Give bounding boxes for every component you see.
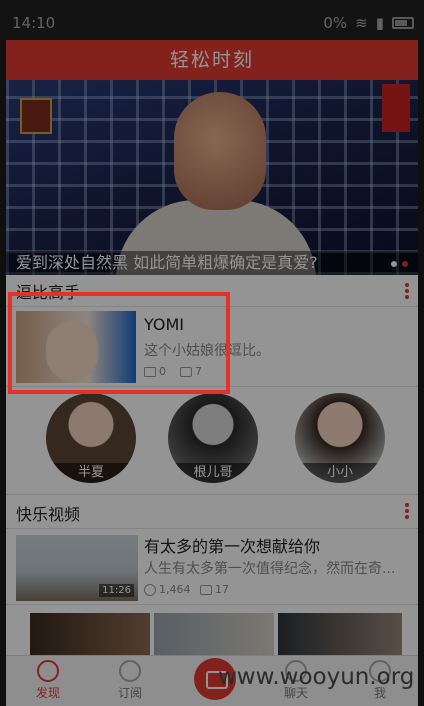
featured-description: 这个小姑娘很逗比。 bbox=[144, 343, 270, 359]
watermark: www.wooyun.org bbox=[218, 664, 415, 690]
video-tile[interactable] bbox=[30, 613, 150, 655]
featured-user-card[interactable]: YOMI 这个小姑娘很逗比。 0 7 bbox=[6, 307, 418, 387]
avatar-label: 半夏 bbox=[46, 463, 136, 483]
video-duration: 11:26 bbox=[99, 584, 134, 597]
section-title: 快乐视频 bbox=[16, 505, 81, 524]
tab-discover[interactable]: 发现 bbox=[8, 656, 88, 706]
banner-caption: 爱到深处自然黑 如此简单粗爆确定是真爱? bbox=[6, 251, 418, 275]
battery-icon bbox=[392, 17, 414, 29]
video-grid bbox=[6, 613, 418, 655]
status-time: 14:10 bbox=[12, 14, 56, 32]
avatar-row: 半夏 根儿哥 小小 bbox=[6, 387, 418, 495]
video-thumbnail: 11:26 bbox=[16, 535, 138, 601]
comment-icon bbox=[200, 584, 212, 595]
video-list-item[interactable]: 11:26 有太多的第一次想献给你 人生有太多第一次值得纪念，然而在奇... 1… bbox=[6, 529, 418, 605]
comments-stat: 7 bbox=[180, 365, 202, 378]
video-comments-stat: 17 bbox=[200, 583, 229, 596]
video-tile[interactable] bbox=[278, 613, 402, 655]
status-icons: 0% ≋ ▮ bbox=[323, 14, 414, 32]
avatar-gengerge[interactable]: 根儿哥 bbox=[168, 393, 258, 483]
plays-count: 1,464 bbox=[159, 583, 191, 596]
status-bar: 14:10 0% ≋ ▮ bbox=[0, 0, 424, 40]
carousel-indicator bbox=[391, 261, 408, 267]
wifi-icon: ≋ bbox=[355, 14, 368, 32]
section-header-videos: 快乐视频 bbox=[6, 495, 418, 529]
banner-figure-face bbox=[174, 92, 266, 210]
video-description: 人生有太多第一次值得纪念，然而在奇... bbox=[144, 561, 396, 577]
play-icon bbox=[144, 583, 156, 596]
featured-thumbnail bbox=[16, 311, 136, 383]
book-icon bbox=[144, 366, 156, 377]
avatar-xiaoxiao[interactable]: 小小 bbox=[295, 393, 385, 483]
tab-subscribe[interactable]: 订阅 bbox=[90, 656, 170, 706]
tab-label: 订阅 bbox=[117, 686, 142, 700]
likes-count: 0 bbox=[159, 365, 166, 378]
avatar-banxia[interactable]: 半夏 bbox=[46, 393, 136, 483]
video-tile[interactable] bbox=[154, 613, 274, 655]
video-comments-count: 17 bbox=[215, 583, 229, 596]
likes-stat: 0 bbox=[144, 365, 166, 378]
video-title: 有太多的第一次想献给你 bbox=[144, 537, 321, 556]
avatar-label: 根儿哥 bbox=[168, 463, 258, 483]
compass-icon bbox=[37, 660, 59, 682]
section-title: 逗比高手 bbox=[16, 283, 81, 302]
main-content: 逗比高手 YOMI 这个小姑娘很逗比。 0 7 半夏 根儿哥 小小 快乐视频 1 bbox=[6, 275, 418, 655]
banner-carousel[interactable]: 爱到深处自然黑 如此简单粗爆确定是真爱? bbox=[6, 80, 418, 275]
show-logo-icon bbox=[382, 84, 410, 132]
comments-count: 7 bbox=[195, 365, 202, 378]
carousel-dot-active bbox=[402, 261, 408, 267]
avatar-label: 小小 bbox=[295, 463, 385, 483]
rss-icon bbox=[119, 660, 141, 682]
section-header-funny: 逗比高手 bbox=[6, 275, 418, 307]
plays-stat: 1,464 bbox=[144, 583, 191, 596]
signal-icon: ▮ bbox=[375, 14, 384, 32]
battery-percent: 0% bbox=[323, 14, 348, 32]
page-title: 轻松时刻 bbox=[6, 40, 418, 80]
more-options-icon[interactable] bbox=[404, 281, 410, 303]
tab-label: 发现 bbox=[35, 686, 60, 700]
comment-icon bbox=[180, 366, 192, 377]
carousel-dot bbox=[391, 261, 397, 267]
channel-logo-icon bbox=[20, 98, 52, 134]
more-options-icon[interactable] bbox=[404, 501, 410, 523]
featured-name: YOMI bbox=[144, 315, 185, 334]
